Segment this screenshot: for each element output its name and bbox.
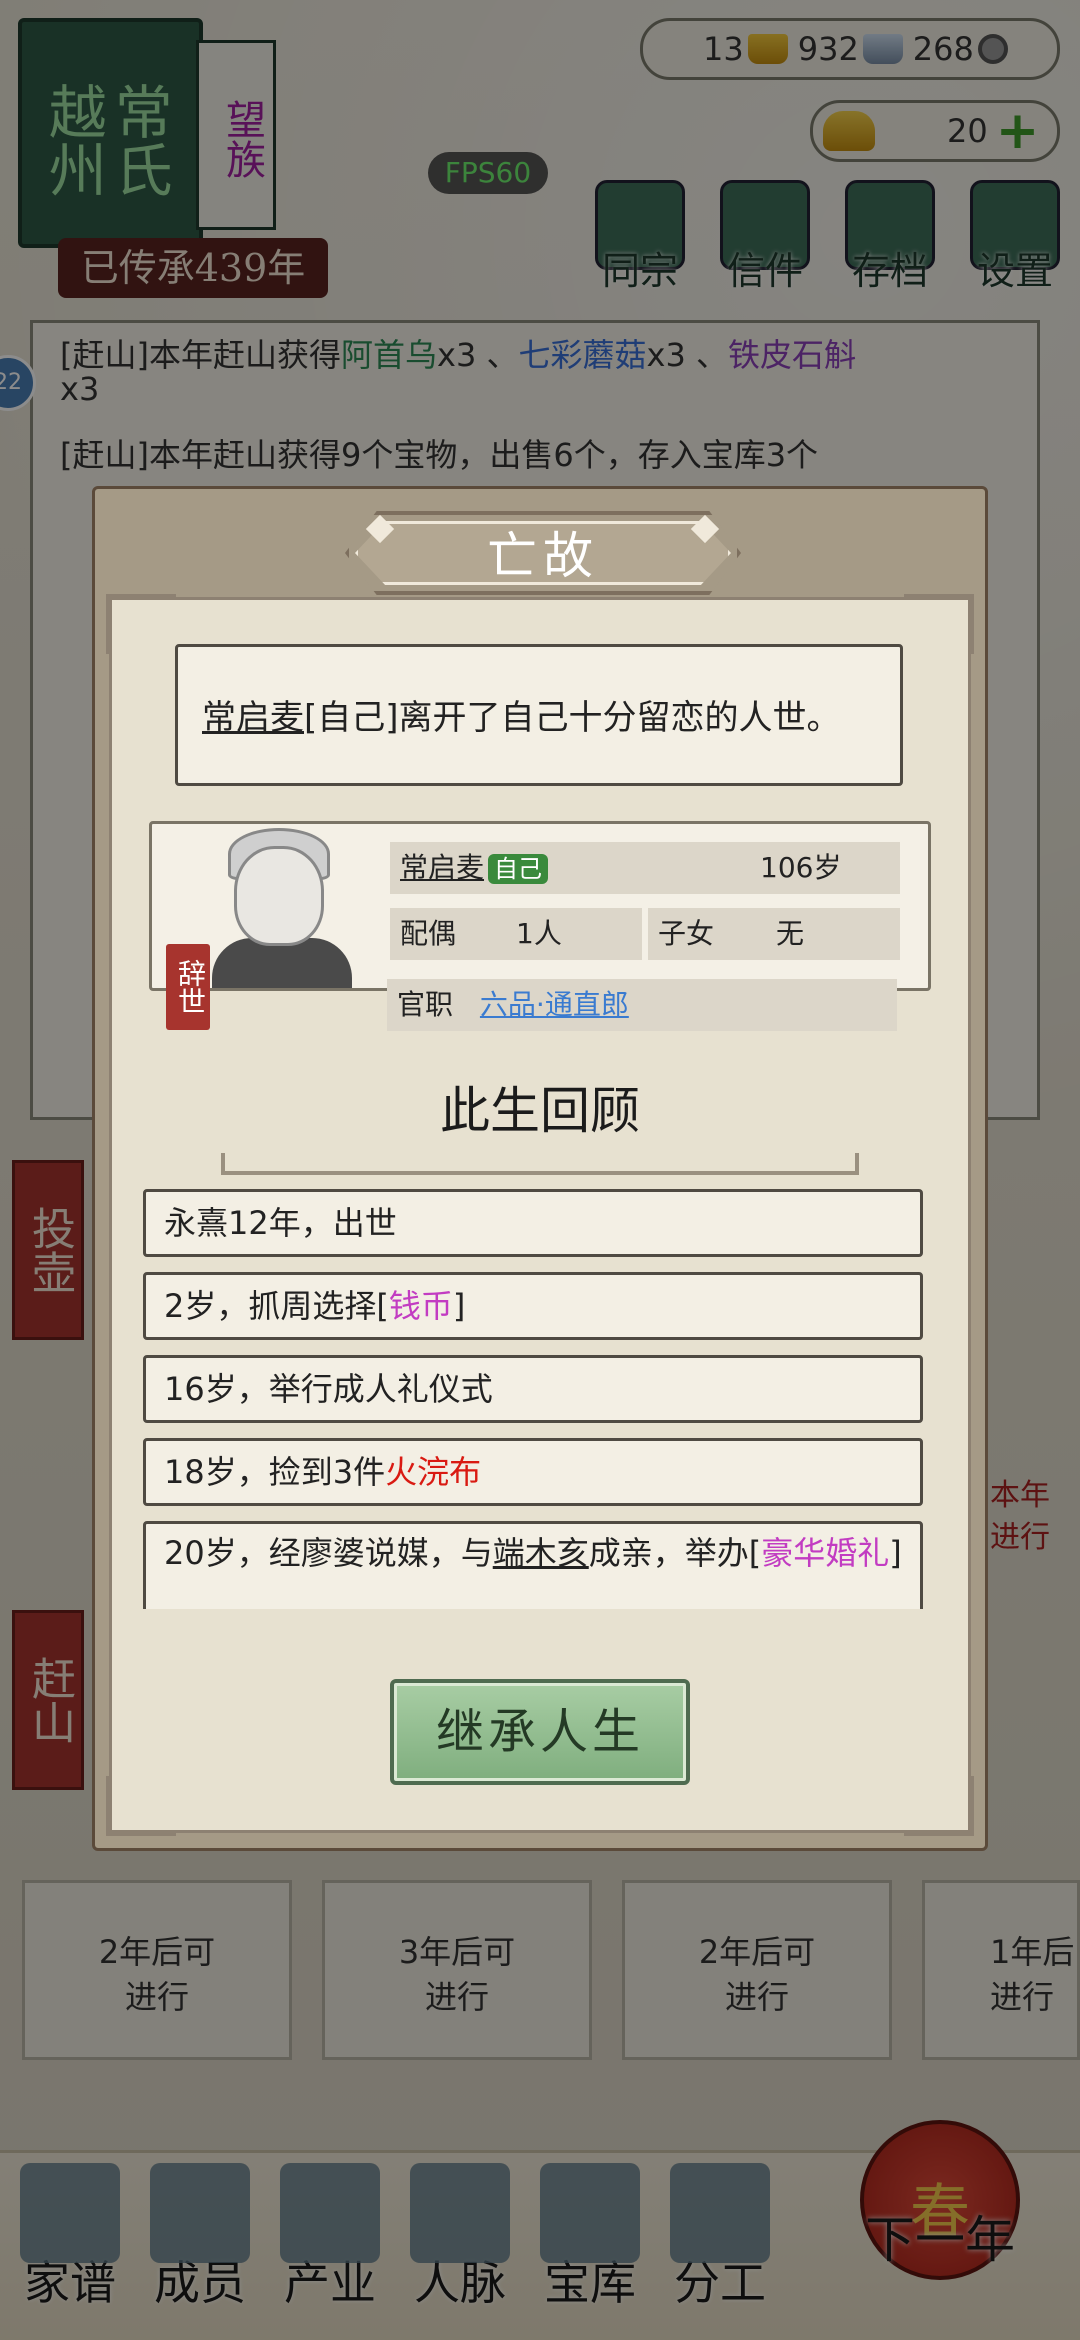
life-event-text: 20岁，经廖婆说媒，与 xyxy=(164,1534,493,1572)
person-card: 辞世 常启麦 自己 106岁 配偶 1人 子女 无 xyxy=(149,821,931,1030)
portrait-face xyxy=(234,846,324,946)
item-link[interactable]: 钱币 xyxy=(389,1287,453,1325)
life-event-text: 2岁，抓周选择[ xyxy=(164,1287,389,1325)
inherit-life-button[interactable]: 继承人生 xyxy=(390,1679,690,1785)
children-label: 子女 xyxy=(658,917,715,950)
spouse-row: 配偶 1人 xyxy=(390,908,642,960)
corner-ornament xyxy=(106,594,176,654)
death-message: 常启麦[自己]离开了自己十分留恋的人世。 xyxy=(175,644,903,786)
life-event-text: 永熹12年，出世 xyxy=(164,1204,397,1242)
spouse-label: 配偶 xyxy=(400,917,457,950)
children-value: 无 xyxy=(776,917,805,950)
wedding-link[interactable]: 豪华婚礼 xyxy=(761,1534,889,1572)
spouse-name-link[interactable]: 端木亥 xyxy=(493,1534,589,1572)
dialog-title-plate: 亡故 xyxy=(345,511,741,595)
name-row: 常启麦 自己 106岁 xyxy=(390,842,900,894)
self-tag: 自己 xyxy=(488,854,549,884)
life-event: 永熹12年，出世 xyxy=(143,1189,923,1257)
item-link[interactable]: 火浣布 xyxy=(385,1453,481,1491)
review-divider xyxy=(221,1153,859,1175)
life-event-text: 18岁，捡到3件 xyxy=(164,1453,386,1491)
life-event-text: ] xyxy=(889,1534,902,1572)
person-name[interactable]: 常启麦 xyxy=(400,851,484,884)
death-dialog: 亡故 常启麦[自己]离开了自己十分留恋的人世。 辞世 常启麦 自己 106岁 配偶… xyxy=(92,486,988,1851)
office-row: 官职 六品·通直郎 xyxy=(387,979,897,1031)
life-event: 18岁，捡到3件火浣布 xyxy=(143,1438,923,1506)
life-event-text: 成亲，举办[ xyxy=(588,1534,762,1572)
dialog-title: 亡故 xyxy=(355,521,731,585)
corner-ornament xyxy=(106,1776,176,1836)
life-event: 16岁，举行成人礼仪式 xyxy=(143,1355,923,1423)
spouse-value: 1人 xyxy=(516,917,562,950)
life-events-list[interactable]: 永熹12年，出世 2岁，抓周选择[钱币] 16岁，举行成人礼仪式 18岁，捡到3… xyxy=(143,1189,927,1609)
life-event: 2岁，抓周选择[钱币] xyxy=(143,1272,923,1340)
life-event-text: ] xyxy=(452,1287,466,1325)
person-age: 106岁 xyxy=(760,851,842,884)
life-event: 20岁，经廖婆说媒，与端木亥成亲，举办[豪华婚礼] xyxy=(143,1521,923,1609)
office-label: 官职 xyxy=(397,988,454,1021)
office-link[interactable]: 六品·通直郎 xyxy=(480,988,629,1021)
corner-ornament xyxy=(904,1776,974,1836)
review-title: 此生回顾 xyxy=(440,1082,640,1140)
death-text: [自己]离开了自己十分留恋的人世。 xyxy=(304,698,841,738)
children-row: 子女 无 xyxy=(648,908,900,960)
deceased-seal: 辞世 xyxy=(166,944,210,1030)
life-event-text: 16岁，举行成人礼仪式 xyxy=(164,1370,493,1408)
deceased-name[interactable]: 常启麦 xyxy=(202,698,304,738)
corner-ornament xyxy=(904,594,974,654)
